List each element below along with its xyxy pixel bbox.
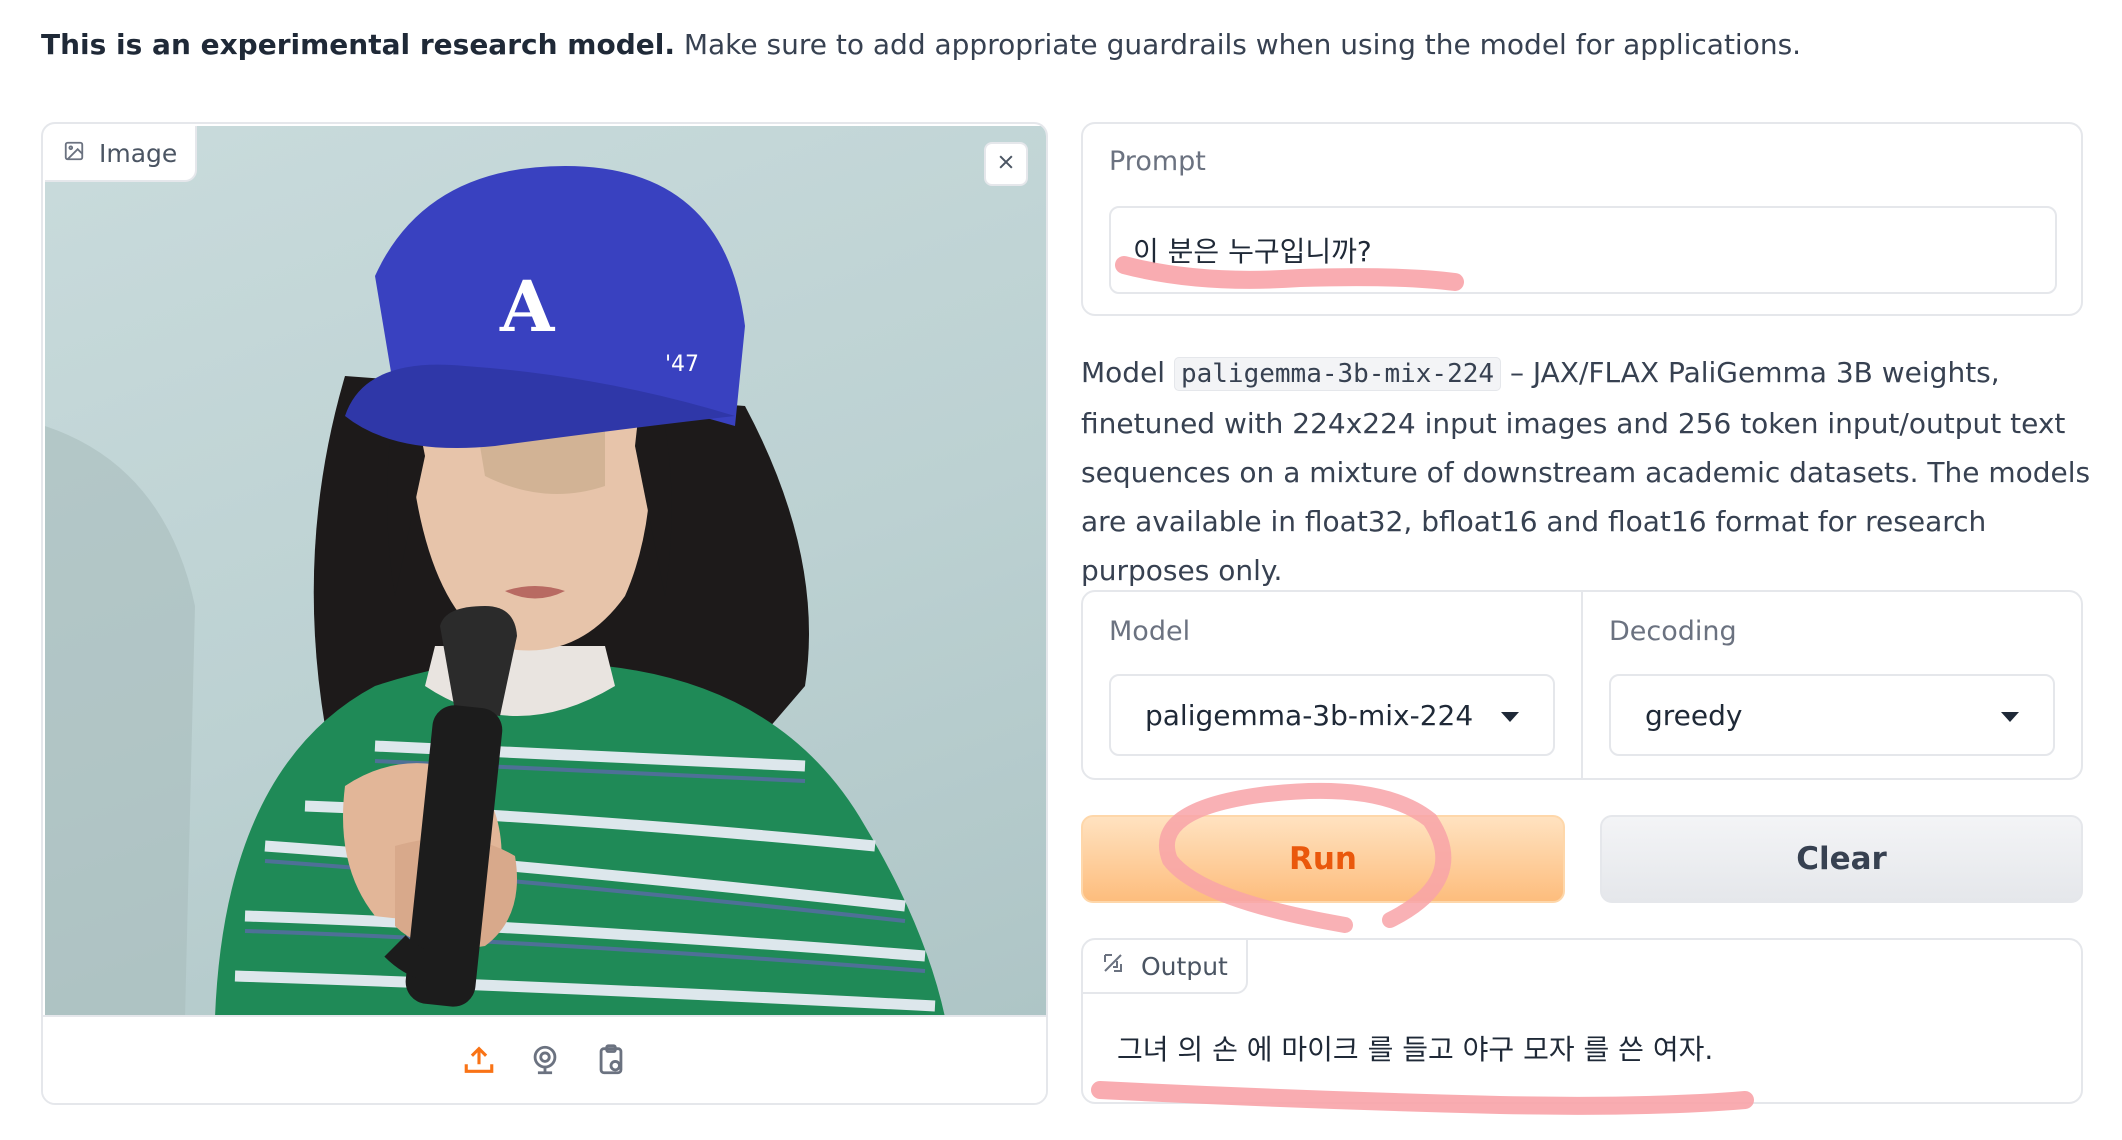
output-label: Output [1141,951,1228,981]
close-icon [996,152,1016,176]
model-dropdown[interactable]: paligemma-3b-mix-224 [1109,674,1555,756]
prompt-label: Prompt [1109,146,1206,177]
disclaimer-text: This is an experimental research model. … [41,28,1801,61]
image-icon [63,139,85,168]
prompt-panel: Prompt 이 분은 누구입니까? [1081,122,2083,316]
image-label: Image [99,138,178,168]
uploaded-photo: A '47 [45,126,1046,1017]
decoding-dropdown-value: greedy [1645,698,1743,732]
decoding-dropdown[interactable]: greedy [1609,674,2055,756]
model-dropdown-value: paligemma-3b-mix-224 [1145,698,1474,732]
clipboard-icon[interactable] [592,1041,630,1079]
text-output-icon [1101,951,1125,981]
settings-row: Model paligemma-3b-mix-224 Decoding gree… [1081,590,2083,780]
description-prefix: Model [1081,356,1174,389]
clear-image-button[interactable] [984,142,1028,186]
run-button[interactable]: Run [1081,815,1565,903]
model-description: Model paligemma-3b-mix-224 – JAX/FLAX Pa… [1081,348,2091,595]
image-input-panel[interactable]: A '47 Image [41,122,1048,1105]
model-code-tag: paligemma-3b-mix-224 [1173,357,1502,391]
webcam-icon[interactable] [526,1041,564,1079]
image-source-toolbar [43,1015,1046,1103]
model-select-cell: Model paligemma-3b-mix-224 [1083,592,1581,778]
svg-text:'47: '47 [665,352,699,377]
chevron-down-icon [2001,712,2019,722]
upload-icon[interactable] [460,1041,498,1079]
image-label-tag: Image [45,126,198,182]
output-text: 그녀 의 손 에 마이크 를 들고 야구 모자 를 쓴 여자. [1117,1033,1714,1066]
decoding-select-label: Decoding [1609,616,1737,647]
output-label-tag: Output [1083,940,1248,994]
chevron-down-icon [1501,712,1519,722]
clear-button[interactable]: Clear [1600,815,2083,903]
disclaimer-bold: This is an experimental research model. [41,28,675,61]
disclaimer-rest: Make sure to add appropriate guardrails … [674,28,1802,61]
model-select-label: Model [1109,616,1191,647]
decoding-select-cell: Decoding greedy [1581,592,2081,778]
prompt-input[interactable]: 이 분은 누구입니까? [1109,206,2057,294]
svg-text:A: A [499,265,556,348]
output-panel: Output 그녀 의 손 에 마이크 를 들고 야구 모자 를 쓴 여자. [1081,938,2083,1104]
